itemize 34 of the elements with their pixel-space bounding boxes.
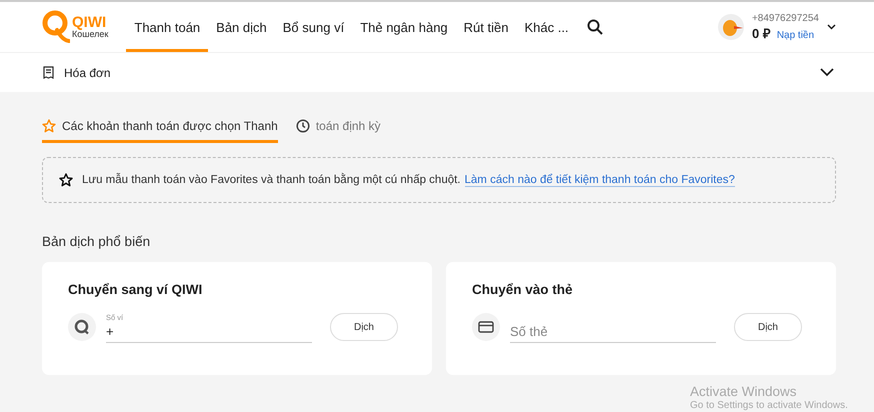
wallet-logo-icon (68, 313, 96, 341)
caret-icon[interactable] (827, 24, 836, 30)
logo-name: QIWI (72, 15, 106, 30)
chevron-icon[interactable] (820, 68, 834, 77)
invoices-label[interactable]: Hóa đơn (64, 66, 111, 80)
input-field[interactable]: Số thẻ (510, 322, 716, 343)
help-link[interactable]: Làm cách nào để tiết kiệm thanh toán cho Favorites? (464, 174, 735, 186)
qiwi-logo-icon (42, 10, 70, 44)
nav-tab[interactable]: Bản dịch (208, 2, 275, 52)
clock-icon (296, 119, 310, 133)
section-title: Bản dịch phổ biến (42, 234, 152, 249)
balance: 0 ₽ (752, 24, 771, 42)
logo-subtitle: Кошелек (72, 30, 108, 39)
transfer-button[interactable]: Dịch (330, 313, 398, 341)
card-title: Chuyển sang ví QIWI (68, 282, 204, 297)
card-title: Chuyển vào thẻ (472, 282, 574, 297)
input-field[interactable]: + (106, 322, 312, 343)
search-icon[interactable] (586, 19, 603, 35)
activation-text: Go to Settings to activate Windows. (690, 400, 848, 411)
phone-number: +84976297254 (752, 12, 819, 24)
nav-tab[interactable]: Khác ... (516, 2, 577, 52)
notice-text: Lưu mẫu thanh toán vào Favorites và thanh toán bằng một cú nhấp chuột. (82, 174, 461, 186)
top-up-link[interactable]: Nạp tiền (776, 30, 814, 40)
tab[interactable]: Các khoản thanh toán được chọn Thanh (42, 119, 278, 143)
receipt-icon (43, 66, 54, 79)
nav-tab[interactable]: Thẻ ngân hàng (352, 2, 456, 52)
activation-title: Activate Windows (690, 385, 798, 400)
bank-card-icon (472, 313, 500, 341)
star-icon (59, 173, 73, 187)
tab[interactable]: toán định kỳ (296, 119, 381, 143)
nav-tab[interactable]: Rút tiền (456, 2, 516, 52)
nav-tab[interactable]: Bổ sung ví (274, 2, 352, 52)
transfer-button[interactable]: Dịch (734, 313, 802, 341)
star-icon (42, 119, 56, 133)
